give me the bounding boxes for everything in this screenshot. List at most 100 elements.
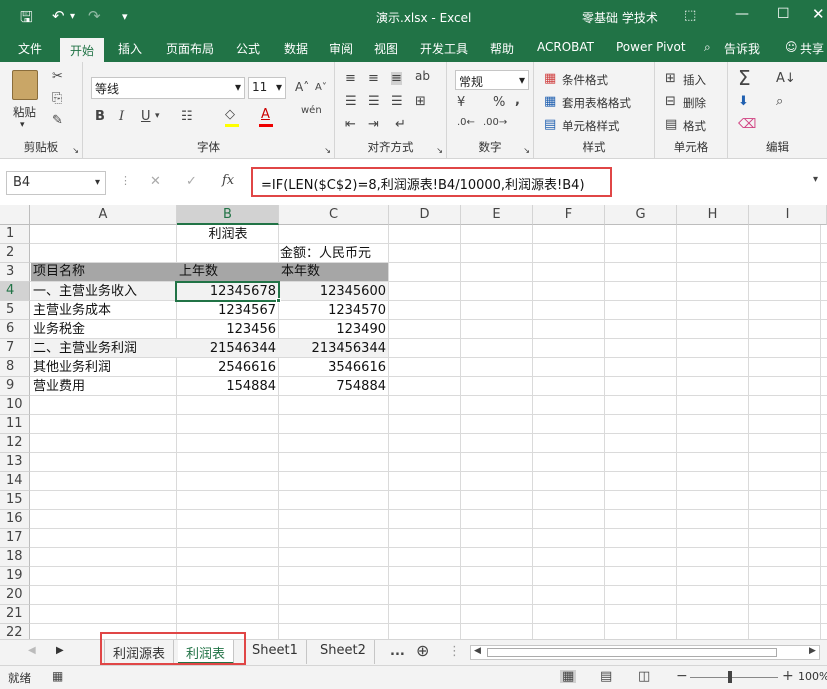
column-header[interactable]: H [677, 205, 749, 225]
tab-file[interactable]: 文件 [18, 40, 42, 57]
cell-c7[interactable]: 213456344 [279, 339, 389, 358]
formula-input[interactable]: =IF(LEN($C$2)=8,利润源表!B4/10000,利润源表!B4) [251, 167, 612, 197]
maximize-icon[interactable]: ☐ [777, 6, 790, 22]
align-middle-icon[interactable]: ≡ [368, 72, 379, 85]
tab-page-layout[interactable]: 页面布局 [166, 40, 214, 57]
row-header[interactable]: 14 [0, 472, 30, 491]
paste-label[interactable]: 粘贴 [13, 104, 36, 120]
prev-sheet-icon[interactable]: ◀ [28, 646, 36, 656]
enter-icon[interactable]: ✓ [186, 175, 197, 188]
tab-view[interactable]: 视图 [374, 40, 398, 57]
merge-center-icon[interactable]: ⊞ [415, 95, 426, 108]
paste-dropdown-icon[interactable]: ▾ [20, 120, 25, 130]
align-left-icon[interactable]: ☰ [345, 95, 357, 108]
cell-a6[interactable]: 业务税金 [33, 320, 176, 339]
cell-b5[interactable]: 1234567 [177, 301, 279, 320]
column-header[interactable]: I [749, 205, 827, 225]
row-header[interactable]: 15 [0, 491, 30, 510]
zoom-level[interactable]: 100% [798, 670, 827, 683]
cell-a7[interactable]: 二、主营业务利润 [33, 339, 176, 358]
page-break-view-icon[interactable]: ◫ [638, 670, 650, 683]
tab-acrobat[interactable]: ACROBAT [537, 40, 594, 54]
row-header[interactable]: 6 [0, 320, 30, 339]
borders-icon[interactable]: ☷ [181, 110, 193, 123]
align-right-icon[interactable]: ☰ [391, 95, 403, 108]
row-header[interactable]: 5 [0, 301, 30, 320]
account-name[interactable]: 零基础 学技术 [582, 9, 658, 26]
tab-formulas[interactable]: 公式 [236, 40, 260, 57]
tab-home[interactable]: 开始 [60, 36, 105, 62]
align-top-icon[interactable]: ≡ [345, 72, 356, 85]
decrease-decimal-icon[interactable]: .00→ [483, 118, 507, 128]
row-header[interactable]: 19 [0, 567, 30, 586]
clear-icon[interactable]: ⌫ [738, 118, 756, 131]
zoom-in-icon[interactable]: + [782, 669, 794, 683]
search-icon[interactable]: ⌕ [704, 40, 711, 55]
fill-color-icon[interactable]: ◇ [225, 108, 235, 121]
row-header[interactable]: 12 [0, 434, 30, 453]
number-format-select[interactable]: 常规 ▾ [455, 70, 529, 90]
row-header[interactable]: 1 [0, 225, 30, 244]
cell-b6[interactable]: 123456 [177, 320, 279, 339]
row-header[interactable]: 10 [0, 396, 30, 415]
cell-styles-button[interactable]: 单元格样式 [562, 118, 620, 134]
alignment-launcher-icon[interactable]: ↘ [436, 146, 443, 155]
format-cells-icon[interactable]: ▤ [665, 118, 677, 131]
wrap-text-icon[interactable]: ↵ [395, 118, 406, 131]
next-sheet-icon[interactable]: ▶ [56, 646, 64, 656]
zoom-out-icon[interactable]: − [676, 669, 688, 683]
tell-me[interactable]: 告诉我 [724, 40, 760, 57]
cell-a9[interactable]: 营业费用 [33, 377, 176, 396]
format-cells-button[interactable]: 格式 [683, 118, 706, 134]
cancel-icon[interactable]: ✕ [150, 175, 161, 188]
share-button[interactable]: 共享 [800, 40, 824, 57]
clipboard-launcher-icon[interactable]: ↘ [72, 146, 79, 155]
expand-formula-icon[interactable]: ▾ [813, 175, 818, 185]
italic-button[interactable]: I [119, 110, 124, 123]
zoom-slider-track[interactable] [690, 677, 778, 678]
increase-indent-icon[interactable]: ⇥ [368, 118, 379, 131]
column-header[interactable]: F [533, 205, 605, 225]
scroll-right-icon[interactable]: ▶ [809, 647, 816, 656]
sort-filter-icon[interactable]: A↓ [776, 72, 796, 85]
align-bottom-icon[interactable]: ≡ [391, 72, 402, 85]
row-header[interactable]: 16 [0, 510, 30, 529]
cell-c9[interactable]: 754884 [279, 377, 389, 396]
undo-dropdown-icon[interactable]: ▾ [70, 11, 75, 22]
row-header[interactable]: 2 [0, 244, 30, 263]
paste-icon[interactable] [12, 70, 38, 100]
row-header[interactable]: 8 [0, 358, 30, 377]
copy-icon[interactable]: ⎘ [52, 92, 62, 105]
tab-help[interactable]: 帮助 [490, 40, 514, 57]
column-header[interactable]: C [279, 205, 389, 225]
autosum-icon[interactable]: Σ [738, 68, 751, 88]
column-header[interactable]: A [30, 205, 177, 225]
underline-dropdown-icon[interactable]: ▾ [155, 112, 160, 121]
cell-b9[interactable]: 154884 [177, 377, 279, 396]
fill-icon[interactable]: ⬇ [738, 95, 749, 108]
cell-c2[interactable]: 金额：人民币元 [280, 244, 389, 263]
ribbon-display-icon[interactable]: ⬚ [684, 8, 696, 23]
conditional-format-button[interactable]: 条件格式 [562, 72, 608, 88]
font-size-select[interactable]: 11 ▾ [248, 77, 286, 99]
phonetic-icon[interactable]: wén [301, 106, 322, 116]
cell-styles-icon[interactable]: ▤ [544, 118, 556, 131]
cell-c8[interactable]: 3546616 [279, 358, 389, 377]
orientation-icon[interactable]: ab [415, 70, 430, 82]
row-header[interactable]: 22 [0, 624, 30, 639]
cell-b8[interactable]: 2546616 [177, 358, 279, 377]
align-center-icon[interactable]: ☰ [368, 95, 380, 108]
column-header[interactable]: B [177, 205, 279, 225]
macro-record-icon[interactable]: ▦ [52, 670, 63, 682]
increase-decimal-icon[interactable]: .0← [457, 118, 475, 128]
font-color-icon[interactable]: A [261, 108, 270, 121]
name-box[interactable]: B4 ▾ [6, 171, 106, 195]
insert-function-icon[interactable]: fx [222, 174, 234, 187]
decrease-indent-icon[interactable]: ⇤ [345, 118, 356, 131]
column-header[interactable]: E [461, 205, 533, 225]
cell-a5[interactable]: 主营业务成本 [33, 301, 176, 320]
row-header[interactable]: 13 [0, 453, 30, 472]
increase-font-icon[interactable]: A˄ [295, 81, 309, 93]
zoom-slider-thumb[interactable] [728, 671, 732, 683]
row-header[interactable]: 4 [0, 282, 30, 301]
